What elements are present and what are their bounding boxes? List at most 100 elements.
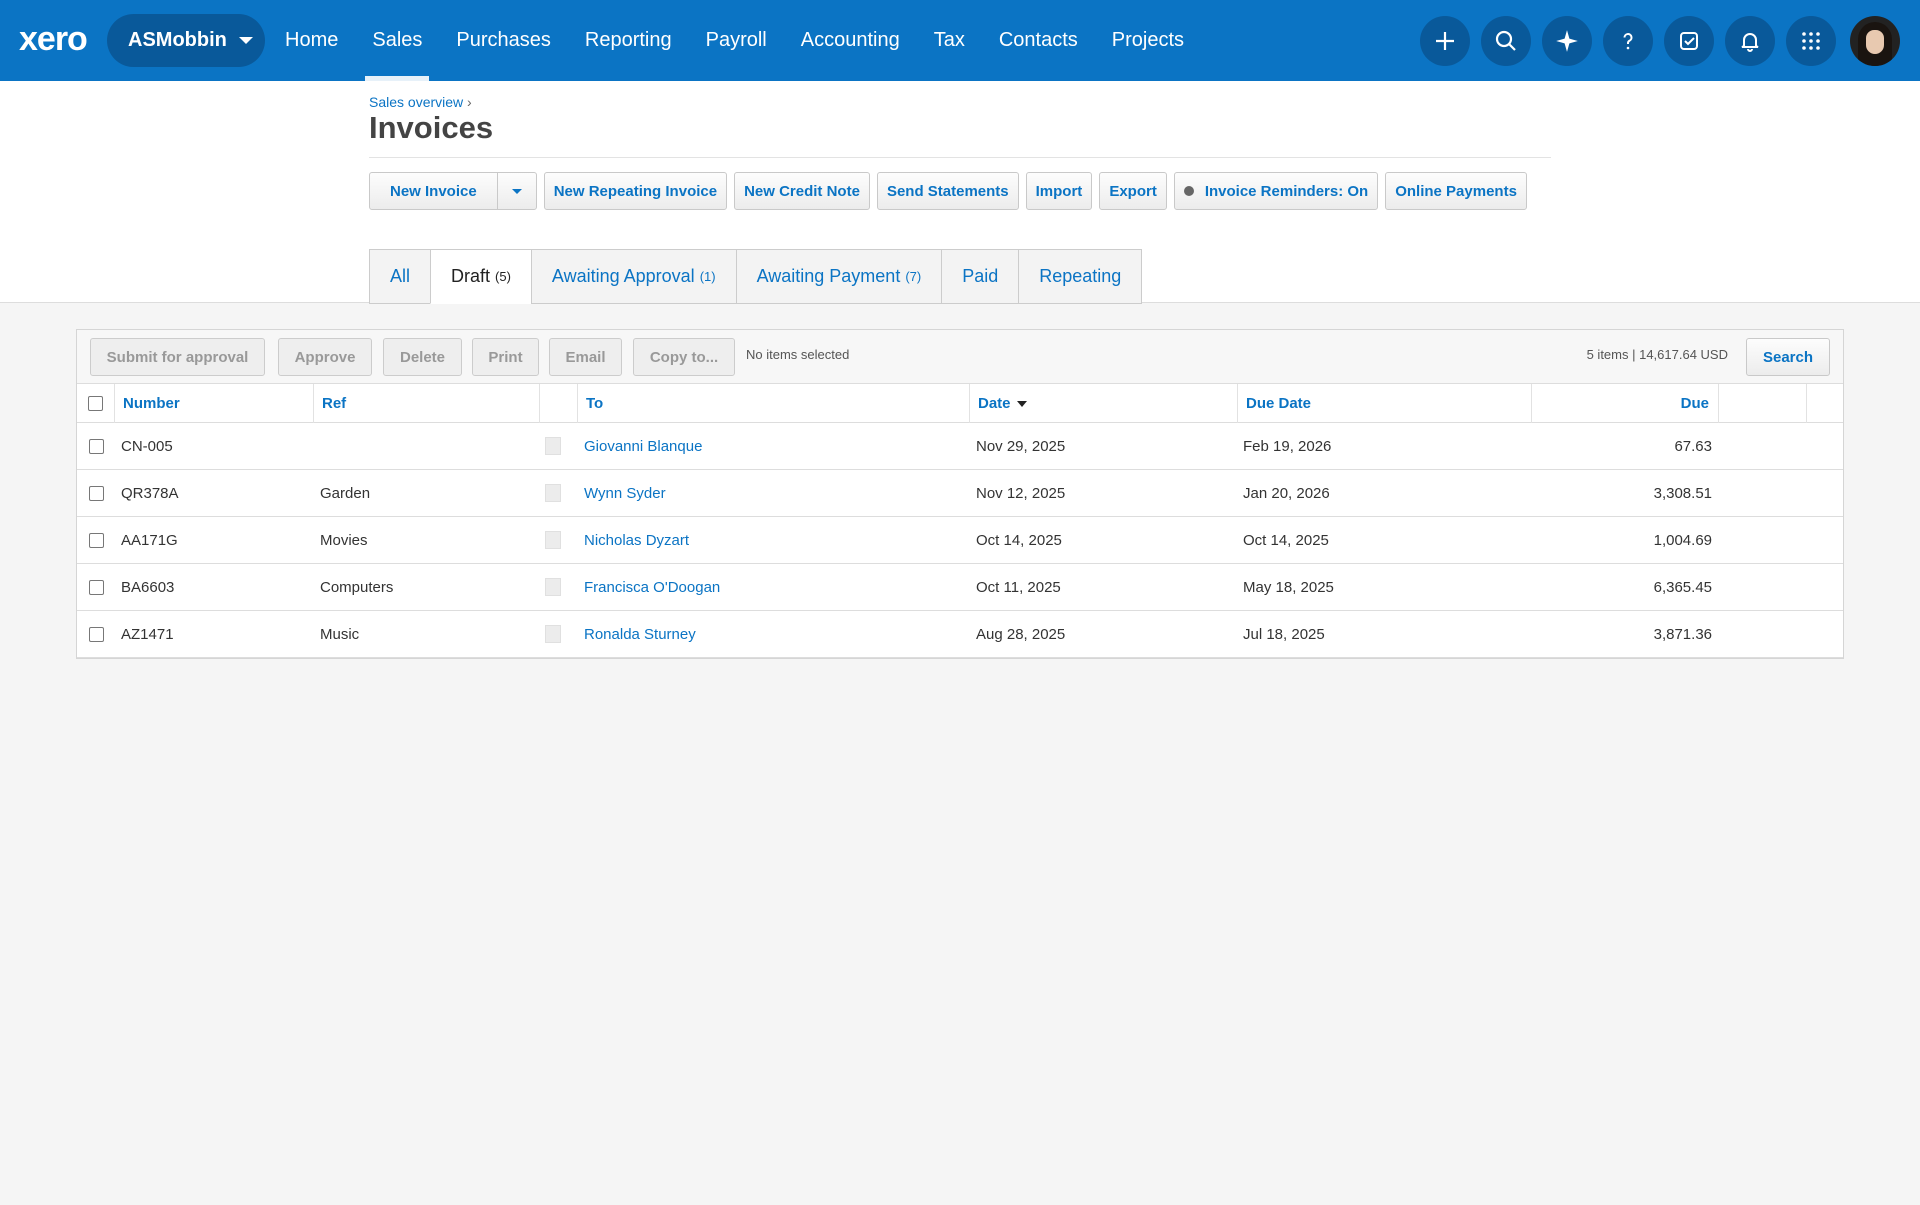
approve-button[interactable]: Approve: [278, 338, 372, 376]
sparkle-icon[interactable]: [1542, 15, 1592, 66]
import-button[interactable]: Import: [1025, 172, 1093, 210]
nav-payroll[interactable]: Payroll: [689, 0, 784, 81]
tab-paid[interactable]: Paid: [941, 249, 1019, 304]
email-button[interactable]: Email: [549, 338, 622, 376]
chevron-down-icon: [511, 188, 522, 194]
contact-link[interactable]: Giovanni Blanque: [584, 423, 702, 469]
invoice-date: Oct 14, 2025: [976, 531, 1062, 549]
row-checkbox[interactable]: [88, 438, 104, 454]
breadcrumb-separator: ›: [467, 94, 472, 110]
contact-link[interactable]: Ronalda Sturney: [584, 611, 696, 657]
table-row[interactable]: AZ1471 Music Ronalda Sturney Aug 28, 2025 Ju…: [77, 611, 1843, 658]
tab-count: (5): [495, 269, 511, 284]
table-row[interactable]: CN-005 Giovanni Blanque Nov 29, 2025 Feb 19…: [77, 423, 1843, 470]
nav-contacts[interactable]: Contacts: [982, 0, 1095, 81]
table-row[interactable]: BA6603 Computers Francisca O'Doogan Oct 11,…: [77, 564, 1843, 611]
invoice-reminders-button[interactable]: Invoice Reminders: On: [1173, 172, 1379, 210]
nav-accounting[interactable]: Accounting: [784, 0, 917, 81]
row-checkbox[interactable]: [88, 532, 104, 548]
org-switcher[interactable]: ASMobbin: [107, 14, 265, 67]
tab-repeating[interactable]: Repeating: [1018, 249, 1143, 304]
table-row[interactable]: AA171G Movies Nicholas Dyzart Oct 14, 2025 O…: [77, 517, 1843, 564]
column-to[interactable]: To: [578, 384, 970, 423]
nav-projects[interactable]: Projects: [1095, 0, 1201, 81]
search-icon[interactable]: [1481, 15, 1531, 66]
invoice-number[interactable]: QR378A: [121, 470, 179, 516]
nav-tax[interactable]: Tax: [917, 0, 982, 81]
invoice-date: Nov 29, 2025: [976, 437, 1066, 455]
new-invoice-split-button: New Invoice: [369, 172, 537, 210]
attachment-icon: [545, 517, 561, 563]
online-payments-button[interactable]: Online Payments: [1385, 172, 1527, 210]
contact-link[interactable]: Nicholas Dyzart: [584, 517, 689, 563]
tasks-icon[interactable]: [1664, 15, 1714, 66]
column-date[interactable]: Date: [970, 384, 1238, 423]
tab-label: Draft: [451, 266, 491, 286]
nav-actions: [1420, 0, 1920, 81]
search-button[interactable]: Search: [1746, 338, 1830, 376]
table-row[interactable]: QR378A Garden Wynn Syder Nov 12, 2025 Jan 20…: [77, 470, 1843, 517]
row-select-cell: [77, 611, 115, 657]
column-date-label: Date: [978, 395, 1011, 412]
tab-label: Awaiting Payment: [756, 266, 901, 286]
row-checkbox[interactable]: [88, 485, 104, 501]
delete-button[interactable]: Delete: [383, 338, 462, 376]
nav-home[interactable]: Home: [268, 0, 355, 81]
row-checkbox[interactable]: [88, 579, 104, 595]
tab-awaiting-payment[interactable]: Awaiting Payment (7): [735, 249, 942, 304]
apps-grid-icon[interactable]: [1786, 15, 1836, 66]
select-all-checkbox[interactable]: [88, 396, 103, 411]
column-due[interactable]: Due: [1532, 384, 1719, 423]
sort-desc-icon: [1016, 400, 1027, 407]
row-select-cell: [77, 470, 115, 516]
export-button[interactable]: Export: [1099, 172, 1167, 210]
breadcrumb-sales-overview[interactable]: Sales overview: [369, 94, 463, 110]
nav-sales[interactable]: Sales: [355, 0, 439, 81]
invoice-number[interactable]: BA6603: [121, 564, 174, 610]
top-nav: xero ASMobbin Home Sales Purchases Repor…: [0, 0, 1920, 81]
print-button[interactable]: Print: [472, 338, 539, 376]
column-number[interactable]: Number: [115, 384, 314, 423]
column-extra: [1719, 384, 1807, 423]
tab-awaiting-approval[interactable]: Awaiting Approval (1): [530, 249, 736, 304]
plus-icon[interactable]: [1420, 15, 1470, 66]
invoice-date: Oct 11, 2025: [976, 578, 1061, 596]
contact-link[interactable]: Francisca O'Doogan: [584, 564, 720, 610]
new-invoice-button[interactable]: New Invoice: [370, 173, 498, 209]
invoice-table-panel: Submit for approval Approve Delete Print…: [76, 329, 1844, 659]
select-all-cell: [77, 384, 115, 423]
invoice-number[interactable]: AA171G: [121, 517, 178, 563]
invoice-number[interactable]: AZ1471: [121, 611, 174, 657]
new-invoice-dropdown[interactable]: [498, 173, 536, 209]
new-repeating-invoice-button[interactable]: New Repeating Invoice: [543, 172, 728, 210]
xero-logo[interactable]: xero: [19, 22, 91, 56]
row-select-cell: [77, 517, 115, 563]
invoice-number[interactable]: CN-005: [121, 423, 173, 469]
copy-to-button[interactable]: Copy to...: [633, 338, 735, 376]
status-dot-icon: [1183, 186, 1194, 196]
contact-link[interactable]: Wynn Syder: [584, 470, 666, 516]
bell-icon[interactable]: [1725, 15, 1775, 66]
table-header: Number Ref To Date Due Date Due: [77, 384, 1843, 423]
tab-draft[interactable]: Draft (5): [430, 249, 531, 304]
tab-label: All: [390, 266, 411, 286]
invoice-due-amount: 67.63: [1674, 437, 1712, 455]
invoice-due-amount: 1,004.69: [1653, 531, 1712, 549]
send-statements-button[interactable]: Send Statements: [876, 172, 1019, 210]
attachment-icon: [545, 470, 561, 516]
column-due-date[interactable]: Due Date: [1238, 384, 1532, 423]
tab-all[interactable]: All: [369, 249, 431, 304]
main-nav: Home Sales Purchases Reporting Payroll A…: [268, 0, 1201, 81]
invoice-due-date: Oct 14, 2025: [1243, 531, 1329, 549]
new-credit-note-button[interactable]: New Credit Note: [734, 172, 870, 210]
tab-label: Repeating: [1039, 266, 1122, 286]
column-ref[interactable]: Ref: [314, 384, 540, 423]
help-icon[interactable]: [1603, 15, 1653, 66]
row-checkbox[interactable]: [88, 626, 104, 642]
submit-for-approval-button[interactable]: Submit for approval: [90, 338, 265, 376]
nav-reporting[interactable]: Reporting: [568, 0, 689, 81]
avatar[interactable]: [1850, 15, 1900, 66]
nav-purchases[interactable]: Purchases: [439, 0, 568, 81]
invoice-date: Nov 12, 2025: [976, 484, 1066, 502]
invoice-ref: Music: [320, 625, 360, 643]
